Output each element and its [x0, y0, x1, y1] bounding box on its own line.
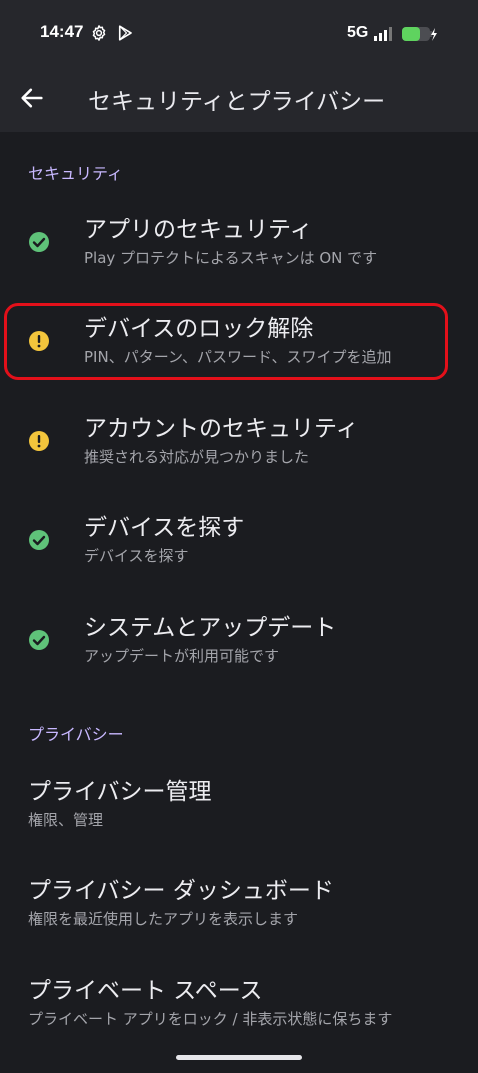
- check-circle-icon: [29, 630, 49, 650]
- check-circle-icon: [29, 232, 49, 252]
- setting-item-device-unlock[interactable]: デバイスのロック解除 PIN、パターン、パスワード、スワイプを追加: [0, 297, 478, 389]
- item-summary: 推奨される対応が見つかりました: [84, 448, 310, 466]
- warning-circle-icon: [29, 331, 49, 351]
- item-summary: 権限、管理: [28, 811, 104, 829]
- settings-gear-icon: [92, 25, 106, 41]
- item-summary: アップデートが利用可能です: [84, 647, 280, 665]
- status-bar: 14:47 5G: [0, 0, 478, 62]
- app-bar: セキュリティとプライバシー: [0, 62, 478, 132]
- item-label: デバイスを探す: [84, 515, 245, 541]
- setting-item-find-device[interactable]: デバイスを探す デバイスを探す: [0, 496, 478, 588]
- item-label: プライバシー ダッシュボード: [28, 878, 334, 904]
- item-summary: PIN、パターン、パスワード、スワイプを追加: [84, 348, 392, 366]
- signal-icon: [374, 27, 392, 41]
- item-summary: デバイスを探す: [84, 547, 189, 565]
- item-label: アプリのセキュリティ: [84, 217, 313, 243]
- setting-item-account-security[interactable]: アカウントのセキュリティ 推奨される対応が見つかりました: [0, 397, 478, 489]
- section-header-privacy: プライバシー: [28, 725, 124, 744]
- check-circle-icon: [29, 530, 49, 550]
- item-summary: Play プロテクトによるスキャンは ON です: [84, 249, 378, 267]
- gesture-navigation-bar[interactable]: [176, 1055, 302, 1060]
- setting-item-private-space[interactable]: プライベート スペース プライベート アプリをロック / 非表示状態に保ちます: [0, 959, 478, 1051]
- setting-item-app-security[interactable]: アプリのセキュリティ Play プロテクトによるスキャンは ON です: [0, 198, 478, 290]
- battery-charging-icon: [402, 27, 437, 41]
- item-label: アカウントのセキュリティ: [84, 416, 359, 442]
- screen: 14:47 5G セキュリティとプライバシー セキュリティ アプリのセキュリティ…: [0, 0, 478, 1073]
- network-type: 5G: [347, 24, 369, 41]
- item-summary: 権限を最近使用したアプリを表示します: [28, 910, 299, 928]
- setting-item-privacy-dashboard[interactable]: プライバシー ダッシュボード 権限を最近使用したアプリを表示します: [0, 859, 478, 951]
- page-title: セキュリティとプライバシー: [88, 89, 386, 115]
- section-header-security: セキュリティ: [28, 164, 124, 183]
- item-label: プライベート スペース: [28, 978, 263, 1004]
- item-summary: プライベート アプリをロック / 非表示状態に保ちます: [28, 1010, 393, 1028]
- arrow-back-icon[interactable]: [18, 84, 46, 112]
- play-store-icon: [118, 25, 132, 41]
- warning-circle-icon: [29, 431, 49, 451]
- setting-item-privacy-controls[interactable]: プライバシー管理 権限、管理: [0, 760, 478, 852]
- item-label: プライバシー管理: [28, 779, 212, 805]
- status-time: 14:47: [40, 22, 84, 41]
- setting-item-system-updates[interactable]: システムとアップデート アップデートが利用可能です: [0, 596, 478, 688]
- item-label: システムとアップデート: [84, 615, 337, 641]
- item-label: デバイスのロック解除: [84, 316, 314, 342]
